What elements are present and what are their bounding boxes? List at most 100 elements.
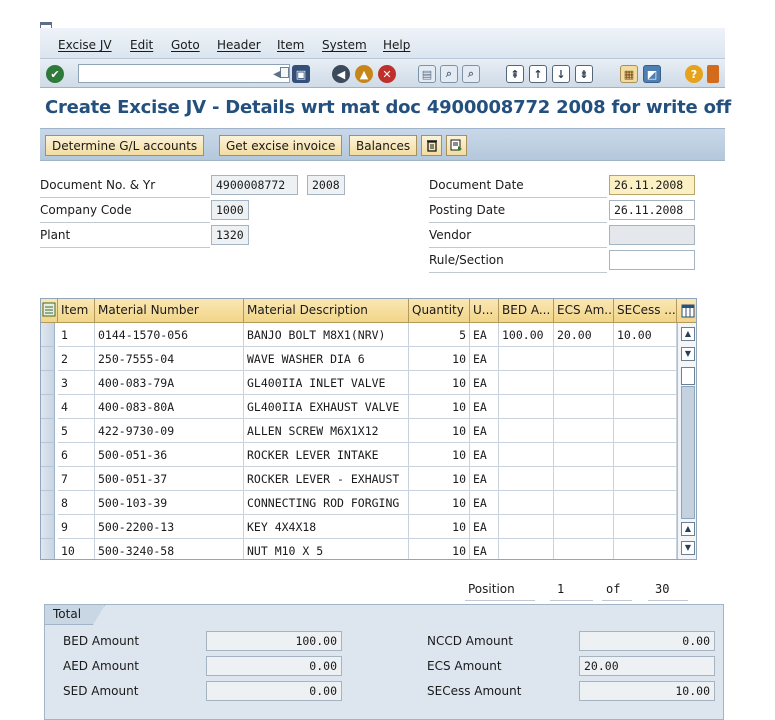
cell-ecs-amount[interactable] (554, 443, 614, 467)
cell-uom[interactable]: EA (470, 371, 499, 395)
cell-item[interactable]: 8 (58, 491, 95, 515)
cell-ecs-amount[interactable] (554, 419, 614, 443)
cell-quantity[interactable]: 10 (409, 371, 470, 395)
cell-item[interactable]: 3 (58, 371, 95, 395)
document-date-field[interactable]: 26.11.2008 (609, 175, 695, 195)
cell-bed-amount[interactable] (499, 443, 554, 467)
determine-gl-accounts-button[interactable]: Determine G/L accounts (45, 135, 205, 156)
cell-secess[interactable] (614, 395, 677, 419)
previous-page-icon[interactable]: ↑ (529, 65, 547, 83)
aed-amount-field[interactable]: 0.00 (206, 656, 342, 676)
cell-uom[interactable]: EA (470, 347, 499, 371)
cell-secess[interactable] (614, 347, 677, 371)
find-icon[interactable]: ⌕ (440, 65, 458, 83)
cell-ecs-amount[interactable] (554, 539, 614, 559)
cell-quantity[interactable]: 10 (409, 419, 470, 443)
col-header-material-description[interactable]: Material Description (244, 299, 409, 323)
scroll-thumb[interactable] (681, 367, 695, 385)
details-icon[interactable] (446, 135, 467, 156)
row-selector[interactable] (41, 491, 55, 515)
cell-material-description[interactable]: WAVE WASHER DIA 6 (244, 347, 409, 371)
document-year-field[interactable]: 2008 (307, 175, 345, 195)
cell-uom[interactable]: EA (470, 491, 499, 515)
cell-ecs-amount[interactable] (554, 515, 614, 539)
cell-ecs-amount[interactable] (554, 371, 614, 395)
secess-amount-field[interactable]: 10.00 (579, 681, 715, 701)
cell-material-description[interactable]: KEY 4X4X18 (244, 515, 409, 539)
scroll-up-icon[interactable]: ▲ (681, 327, 695, 341)
balances-button[interactable]: Balances (349, 135, 418, 156)
select-all-icon[interactable] (41, 299, 58, 323)
cell-material-description[interactable]: ROCKER LEVER - EXHAUST (244, 467, 409, 491)
row-selector[interactable] (41, 395, 55, 419)
cell-quantity[interactable]: 5 (409, 323, 470, 347)
cell-quantity[interactable]: 10 (409, 515, 470, 539)
cell-material-number[interactable]: 500-051-36 (95, 443, 244, 467)
scroll-page-up-icon[interactable]: ▲ (681, 522, 695, 536)
cell-material-description[interactable]: ROCKER LEVER INTAKE (244, 443, 409, 467)
cell-item[interactable]: 4 (58, 395, 95, 419)
cell-material-number[interactable]: 500-2200-13 (95, 515, 244, 539)
collapse-left-icon[interactable]: ◀ (268, 65, 286, 83)
cell-secess[interactable] (614, 419, 677, 443)
menu-edit[interactable]: Edit (130, 38, 153, 52)
cell-ecs-amount[interactable] (554, 347, 614, 371)
cell-uom[interactable]: EA (470, 395, 499, 419)
cell-bed-amount[interactable] (499, 491, 554, 515)
cell-quantity[interactable]: 10 (409, 443, 470, 467)
cell-uom[interactable]: EA (470, 467, 499, 491)
menu-goto[interactable]: Goto (171, 38, 200, 52)
table-scrollbar[interactable]: ▲ ▼ ▲ ▼ (677, 323, 696, 559)
row-selector[interactable] (41, 323, 55, 347)
vendor-field[interactable] (609, 225, 695, 245)
col-header-secess[interactable]: SECess ... (614, 299, 677, 323)
cell-ecs-amount[interactable] (554, 491, 614, 515)
cell-bed-amount[interactable] (499, 371, 554, 395)
row-selector[interactable] (41, 443, 55, 467)
cell-uom[interactable]: EA (470, 515, 499, 539)
menu-help[interactable]: Help (383, 38, 410, 52)
scroll-down-icon[interactable]: ▼ (681, 347, 695, 361)
layout-menu-icon[interactable] (707, 65, 719, 83)
cell-material-number[interactable]: 0144-1570-056 (95, 323, 244, 347)
row-selector[interactable] (41, 515, 55, 539)
cell-material-description[interactable]: GL400IIA INLET VALVE (244, 371, 409, 395)
row-selector[interactable] (41, 539, 55, 559)
cell-ecs-amount[interactable] (554, 395, 614, 419)
cell-material-description[interactable]: NUT M10 X 5 (244, 539, 409, 559)
col-header-bed-amount[interactable]: BED A... (499, 299, 554, 323)
get-excise-invoice-button[interactable]: Get excise invoice (219, 135, 343, 156)
menu-item[interactable]: Item (277, 38, 304, 52)
menu-header[interactable]: Header (217, 38, 261, 52)
cell-bed-amount[interactable] (499, 515, 554, 539)
cancel-icon[interactable]: ✕ (378, 65, 396, 83)
col-header-uom[interactable]: U... (470, 299, 499, 323)
cell-item[interactable]: 9 (58, 515, 95, 539)
cell-material-number[interactable]: 422-9730-09 (95, 419, 244, 443)
print-icon[interactable]: ▤ (418, 65, 436, 83)
cell-secess[interactable] (614, 515, 677, 539)
cell-item[interactable]: 7 (58, 467, 95, 491)
cell-material-number[interactable]: 250-7555-04 (95, 347, 244, 371)
row-selector[interactable] (41, 467, 55, 491)
sed-amount-field[interactable]: 0.00 (206, 681, 342, 701)
rule-section-field[interactable] (609, 250, 695, 270)
first-page-icon[interactable]: ⇞ (506, 65, 524, 83)
cell-uom[interactable]: EA (470, 419, 499, 443)
cell-quantity[interactable]: 10 (409, 491, 470, 515)
document-no-field[interactable]: 4900008772 (211, 175, 298, 195)
cell-secess[interactable]: 10.00 (614, 323, 677, 347)
cell-material-number[interactable]: 500-103-39 (95, 491, 244, 515)
cell-bed-amount[interactable] (499, 395, 554, 419)
cell-ecs-amount[interactable] (554, 467, 614, 491)
cell-item[interactable]: 2 (58, 347, 95, 371)
shortcut-icon[interactable]: ◩ (643, 65, 661, 83)
cell-quantity[interactable]: 10 (409, 467, 470, 491)
col-header-ecs-amount[interactable]: ECS Am... (554, 299, 614, 323)
cell-uom[interactable]: EA (470, 443, 499, 467)
table-settings-icon[interactable] (677, 299, 696, 323)
cell-secess[interactable] (614, 539, 677, 559)
col-header-item[interactable]: Item (58, 299, 95, 323)
next-page-icon[interactable]: ↓ (552, 65, 570, 83)
back-icon[interactable]: ◀ (332, 65, 350, 83)
